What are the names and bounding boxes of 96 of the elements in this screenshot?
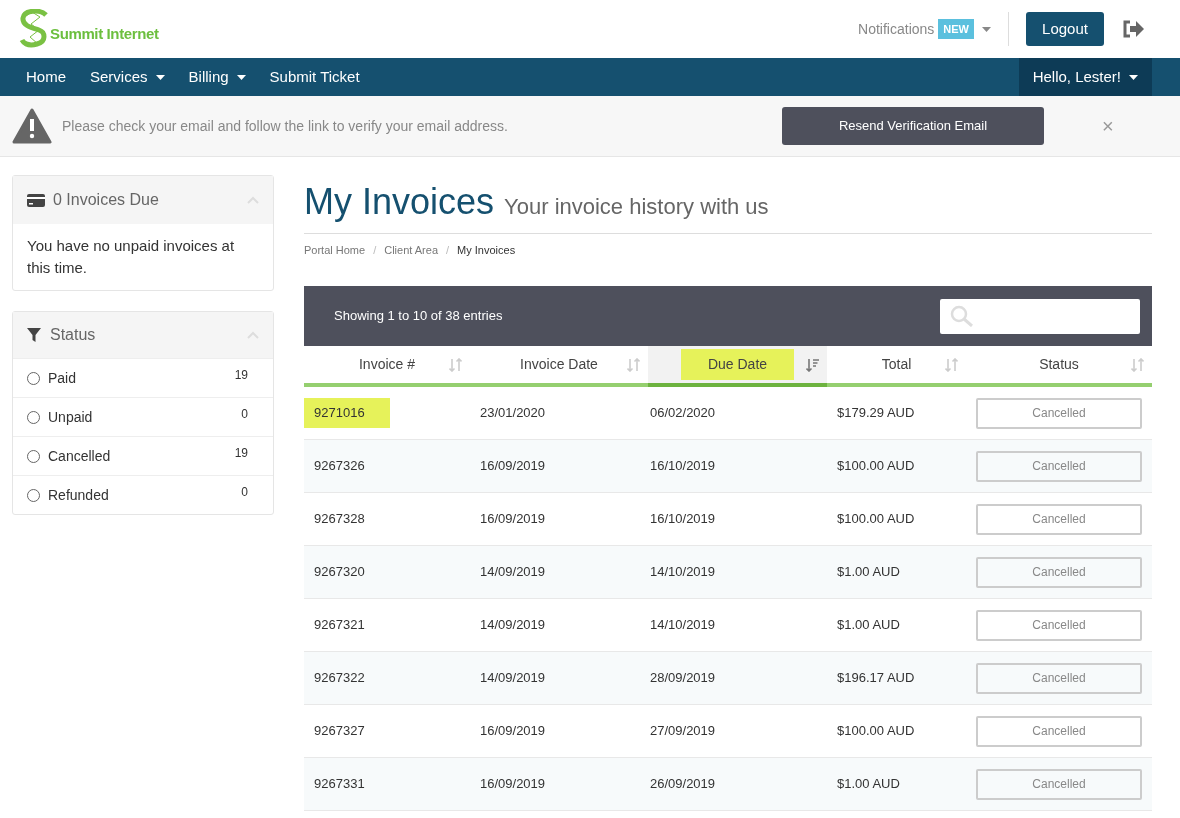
status-label: Cancelled (976, 768, 1142, 800)
search-icon (950, 305, 974, 327)
status-label: Cancelled (976, 715, 1142, 747)
table-cell: 16/09/2019 (480, 511, 546, 527)
status-label: Unpaid (48, 407, 94, 427)
status-count: 0 (241, 484, 248, 501)
status-filter-item[interactable]: Refunded 0 (13, 475, 273, 514)
resend-verification-button[interactable]: Resend Verification Email (782, 107, 1044, 145)
table-cell: 14/09/2019 (480, 617, 546, 633)
table-cell: 26/09/2019 (650, 776, 716, 792)
logo-mark-icon (18, 9, 50, 49)
invoice-number-cell[interactable]: 9267331 (304, 769, 390, 799)
status-label: Cancelled (48, 446, 112, 466)
caret-icon (236, 74, 246, 80)
status-label: Refunded (48, 485, 110, 505)
table-cell: $100.00 AUD (837, 511, 915, 527)
invoice-number-cell[interactable]: 9267326 (304, 451, 390, 481)
status-label: Paid (48, 368, 78, 388)
status-label: Cancelled (976, 662, 1142, 694)
table-cell: 16/09/2019 (480, 776, 546, 792)
breadcrumb-current-page: My Invoices (457, 242, 516, 258)
table-cell: 28/09/2019 (650, 670, 716, 686)
logo-text: Summit Internet (50, 23, 159, 44)
breadcrumb-link[interactable]: Portal Home (304, 241, 366, 259)
page-title: My Invoices (304, 180, 495, 224)
table-cell: 14/10/2019 (650, 564, 716, 580)
warning-icon (12, 108, 52, 144)
column-header[interactable]: Due Date (648, 346, 827, 387)
breadcrumb-separator: / (446, 242, 450, 258)
status-filter-item[interactable]: Unpaid 0 (13, 397, 273, 436)
filter-icon (27, 328, 41, 342)
table-cell: 14/09/2019 (480, 670, 546, 686)
invoice-number-cell[interactable]: 9267322 (304, 663, 390, 693)
alert-message: Please check your email and follow the link to verify your email address. (62, 116, 509, 136)
invoice-number-cell[interactable]: 9271016 (304, 398, 390, 428)
table-cell: $1.00 AUD (837, 617, 900, 633)
invoice-number-cell[interactable]: 9267327 (304, 716, 390, 746)
status-filter-item[interactable]: Cancelled 19 (13, 436, 273, 475)
search-field[interactable] (940, 298, 1140, 334)
credit-card-icon (27, 193, 45, 207)
table-cell: 16/09/2019 (480, 723, 546, 739)
table-cell: 16/10/2019 (650, 511, 716, 527)
column-label: Due Date (680, 349, 795, 380)
table-cell: 14/09/2019 (480, 564, 546, 580)
sort-icon (627, 358, 640, 372)
table-cell: 14/10/2019 (650, 617, 716, 633)
column-label: Invoice Date (519, 355, 599, 374)
status-label: Cancelled (976, 609, 1142, 641)
logout-button[interactable]: Logout (1026, 12, 1104, 46)
invoice-number-cell[interactable]: 9267320 (304, 557, 390, 587)
column-label: Status (1038, 355, 1080, 374)
caret-icon (155, 74, 165, 80)
nav-link[interactable]: Services (78, 58, 177, 96)
status-label: Cancelled (976, 556, 1142, 588)
table-cell: $1.00 AUD (837, 776, 900, 792)
sort-icon (945, 358, 958, 372)
page-subtitle: Your invoice history with us (504, 193, 769, 221)
table-info: Showing 1 to 10 of 38 entries (334, 307, 504, 326)
status-filter-item[interactable]: Paid 19 (13, 358, 273, 397)
column-label: Total (880, 355, 913, 374)
table-cell: $196.17 AUD (837, 670, 915, 686)
panel-title: Status (50, 325, 97, 345)
sort-icon (1131, 358, 1144, 372)
new-badge: NEW (938, 18, 974, 40)
nav-link[interactable]: Home (14, 58, 78, 96)
status-label: Cancelled (976, 450, 1142, 482)
nav-link[interactable]: Billing (176, 58, 258, 96)
table-cell: 06/02/2020 (650, 405, 716, 421)
table-cell: 16/09/2019 (480, 458, 546, 474)
table-cell: 16/10/2019 (650, 458, 716, 474)
table-cell: $1.00 AUD (837, 564, 900, 580)
panel-title: 0 Invoices Due (53, 190, 160, 210)
status-count: 0 (241, 406, 248, 423)
sort-icon (806, 358, 819, 372)
status-label: Cancelled (976, 397, 1142, 429)
nav-link[interactable]: Submit Ticket (257, 58, 372, 96)
table-cell: $179.29 AUD (837, 405, 915, 421)
panel-text: You have no unpaid invoices at this time. (26, 236, 236, 278)
status-count: 19 (234, 367, 248, 384)
user-menu[interactable]: Hello, Lester! (1018, 58, 1152, 96)
sort-icon (449, 358, 462, 372)
invoice-number-cell[interactable]: 9267328 (304, 504, 390, 534)
table-cell: $100.00 AUD (837, 458, 915, 474)
table-cell: $100.00 AUD (837, 723, 915, 739)
notifications-menu[interactable]: Notifications NEW (858, 18, 991, 40)
breadcrumb-separator: / (373, 242, 377, 258)
table-cell: 27/09/2019 (650, 723, 716, 739)
status-label: Cancelled (976, 503, 1142, 535)
table-cell: 23/01/2020 (480, 405, 546, 421)
status-count: 19 (234, 445, 248, 462)
breadcrumb-link[interactable]: Client Area (384, 241, 438, 259)
invoice-number-cell[interactable]: 9267321 (304, 610, 390, 640)
caret-icon (1129, 74, 1138, 80)
caret-icon (982, 26, 991, 32)
column-label: Invoice # (357, 355, 416, 374)
logout-icon[interactable] (1122, 20, 1144, 38)
